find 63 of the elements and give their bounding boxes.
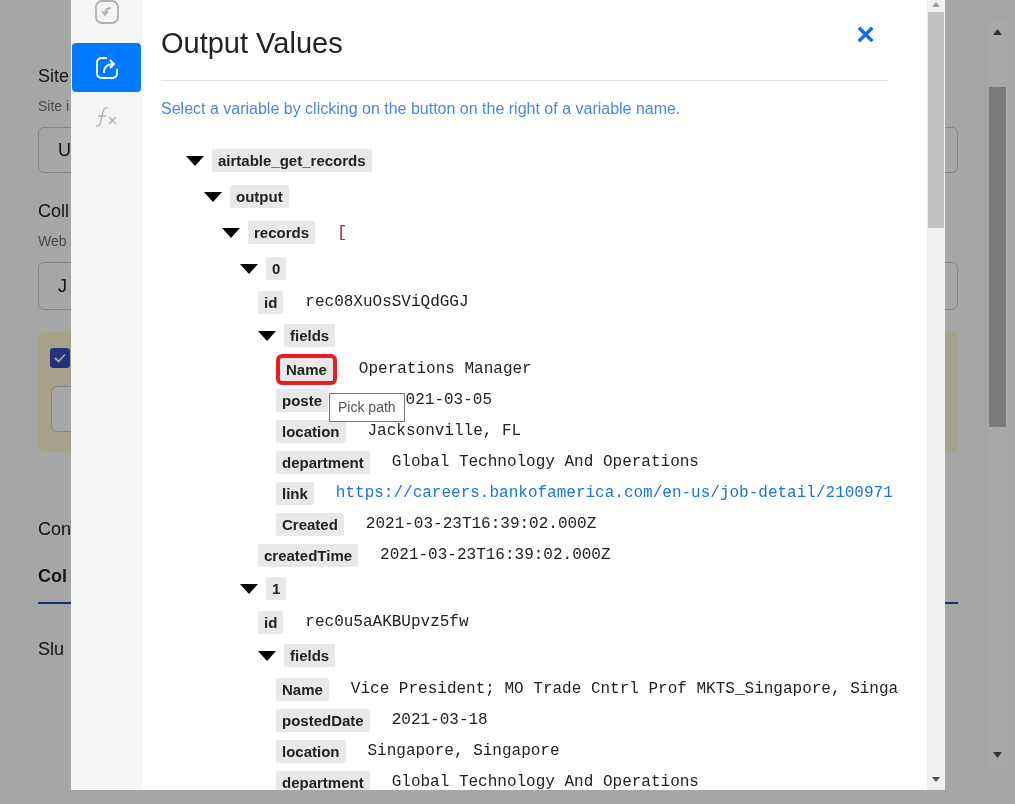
variable-key[interactable]: Created <box>276 512 344 536</box>
variable-key[interactable]: 1 <box>266 577 287 600</box>
toggle-button[interactable] <box>186 155 204 166</box>
check-icon <box>54 353 66 363</box>
select-value: J <box>58 274 67 298</box>
variable-key[interactable]: link <box>276 481 314 505</box>
toggle-button[interactable] <box>258 650 276 661</box>
variable-key[interactable]: id <box>258 290 284 314</box>
value-text: Operations Manager <box>358 359 532 380</box>
toggle-button[interactable] <box>222 227 240 238</box>
value-text: rec0u5aAKBUpvz5fw <box>305 612 469 633</box>
value-text: 2021-03-23T16:39:02.000Z <box>365 514 597 535</box>
scrollbar-thumb[interactable] <box>928 12 944 228</box>
value-text: Vice President; MO Trade Cntrl Prof MKTS_Singapore, Singa <box>350 679 899 700</box>
value-text: rec08XuOsSViQdGGJ <box>305 292 469 313</box>
value-text: 2021-03-18 <box>391 710 488 731</box>
variable-key[interactable]: department <box>276 450 370 474</box>
variable-key[interactable]: records <box>248 221 316 244</box>
toggle-button[interactable] <box>240 583 258 594</box>
value-text: Singapore, Singapore <box>367 741 560 762</box>
toggle-button[interactable] <box>240 263 258 274</box>
variable-key[interactable]: postedDate <box>276 708 370 732</box>
section-heading: Coll <box>38 200 69 223</box>
sidebar-tab[interactable] <box>72 43 141 92</box>
variable-key[interactable]: Name <box>276 677 329 701</box>
value-text: 2021-03-23T16:39:02.000Z <box>380 545 611 566</box>
value-text: Global Technology And Operations <box>391 452 699 473</box>
url-link[interactable]: https://careers.bankofamerica.com/en-us/job-detail/2100971 <box>335 481 893 505</box>
scroll-up-icon[interactable] <box>993 29 1002 35</box>
input-icon <box>93 0 120 25</box>
field-label: Slu <box>38 638 64 661</box>
checkbox[interactable] <box>50 348 70 368</box>
variable-key[interactable]: location <box>276 739 346 763</box>
close-button[interactable]: × <box>856 17 875 50</box>
variable-key[interactable]: createdTime <box>258 543 359 567</box>
variable-key[interactable]: airtable_get_records <box>212 149 372 172</box>
variable-key[interactable]: output <box>230 185 289 208</box>
variable-key[interactable]: fields <box>284 644 336 667</box>
variable-key[interactable]: id <box>258 610 284 634</box>
section-heading: Con <box>38 518 72 541</box>
toggle-button[interactable] <box>204 191 222 202</box>
variable-key[interactable]: 0 <box>266 257 287 280</box>
bracket-text: [ <box>337 221 348 244</box>
tooltip: Pick path <box>329 392 405 422</box>
field-hint: Site i <box>38 97 70 116</box>
variable-key[interactable]: fields <box>284 324 336 347</box>
scroll-down-icon[interactable] <box>993 752 1002 758</box>
variable-key[interactable]: poste <box>276 388 328 412</box>
select-value: U <box>58 138 71 162</box>
field-hint: Web <box>38 232 67 251</box>
output-icon <box>93 54 120 81</box>
scroll-down-icon[interactable] <box>932 777 940 782</box>
scrollbar-thumb[interactable] <box>989 87 1006 427</box>
value-text: Jacksonville, FL <box>367 421 522 442</box>
variable-key[interactable]: location <box>276 419 346 443</box>
section-heading: Site <box>38 65 70 88</box>
value-text: 021-03-05 <box>405 390 493 411</box>
instruction-text: Select a variable by clicking on the button on the right of a variable name. <box>161 98 682 119</box>
variable-key[interactable]: department <box>276 770 370 790</box>
value-text: Global Technology And Operations <box>391 772 699 790</box>
modal-title: Output Values <box>161 26 343 61</box>
modal-scrollbar[interactable] <box>927 0 945 790</box>
toggle-button[interactable] <box>258 330 276 341</box>
